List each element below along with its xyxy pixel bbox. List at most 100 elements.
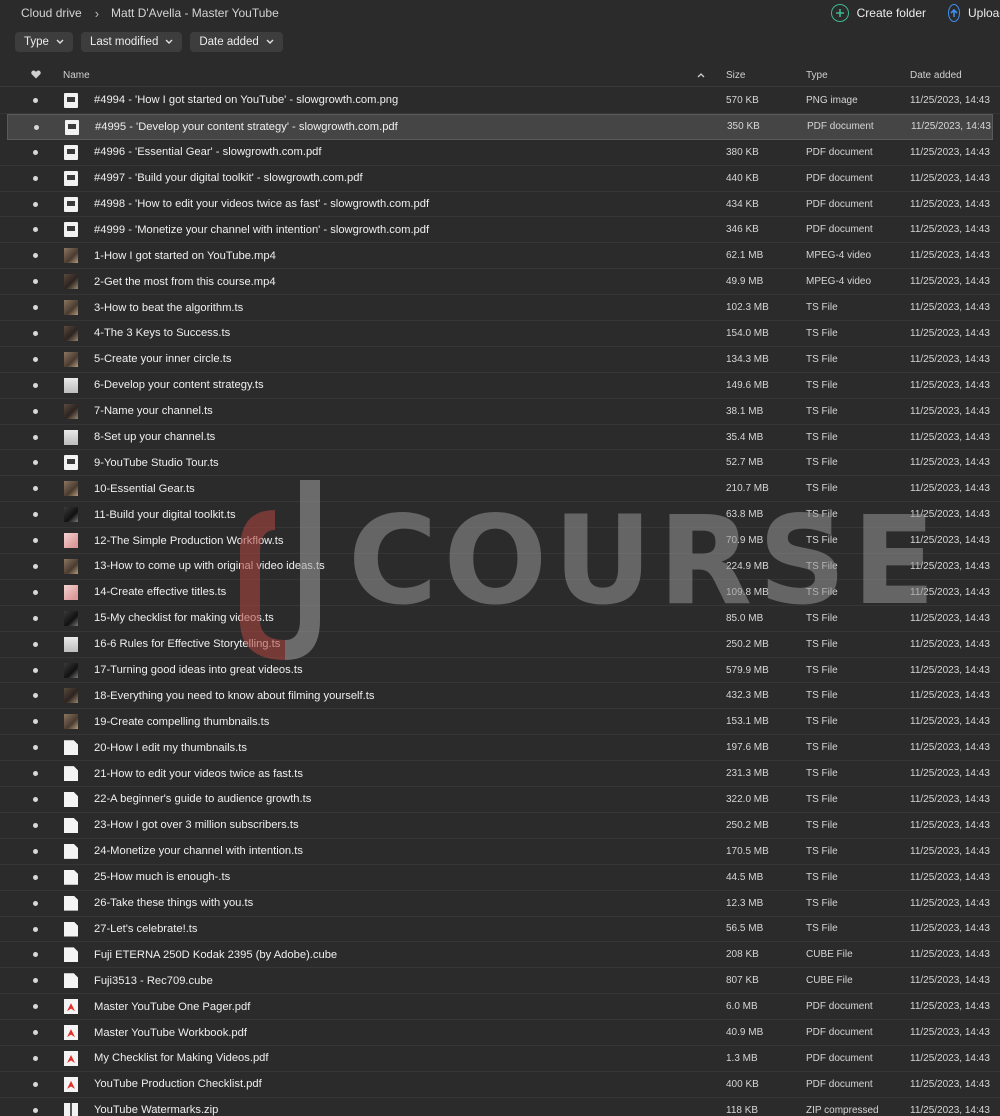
favorite-dot-icon[interactable] — [33, 408, 38, 414]
favorite-dot-icon[interactable] — [33, 641, 38, 647]
table-row[interactable]: 16-6 Rules for Effective Storytelling.ts… — [0, 632, 1000, 658]
table-row[interactable]: 26-Take these things with you.ts 12.3 MB T… — [0, 891, 1000, 917]
table-row[interactable]: Fuji3513 - Rec709.cube 807 KB CUBE File 11/… — [0, 968, 1000, 995]
table-row[interactable]: 10-Essential Gear.ts 210.7 MB TS File 11/25… — [0, 476, 1000, 503]
table-row[interactable]: 14-Create effective titles.ts 109.8 MB TS … — [0, 580, 1000, 606]
file-name[interactable]: 24-Monetize your channel with intention.… — [94, 845, 303, 857]
file-name[interactable]: 18-Everything you need to know about fil… — [94, 690, 374, 702]
favorite-dot-icon[interactable] — [33, 745, 38, 751]
heart-icon[interactable] — [31, 70, 41, 82]
favorite-dot-icon[interactable] — [33, 667, 38, 673]
table-row[interactable]: 2-Get the most from this course.mp4 49.9 … — [0, 269, 1000, 296]
file-name[interactable]: 26-Take these things with you.ts — [94, 897, 253, 909]
table-row[interactable]: #4999 - 'Monetize your channel with inte… — [0, 217, 1000, 244]
file-name[interactable]: #4997 - 'Build your digital toolkit' - s… — [94, 172, 363, 184]
favorite-dot-icon[interactable] — [33, 822, 38, 828]
file-name[interactable]: 27-Let's celebrate!.ts — [94, 923, 198, 935]
column-size[interactable]: Size — [726, 70, 745, 81]
filter-date-added[interactable]: Date added — [190, 32, 283, 52]
favorite-dot-icon[interactable] — [33, 175, 38, 181]
file-name[interactable]: Master YouTube One Pager.pdf — [94, 1001, 250, 1013]
favorite-dot-icon[interactable] — [33, 1030, 38, 1036]
file-name[interactable]: 15-My checklist for making videos.ts — [94, 612, 274, 624]
file-name[interactable]: 2-Get the most from this course.mp4 — [94, 276, 276, 288]
favorite-dot-icon[interactable] — [33, 1107, 38, 1113]
file-name[interactable]: 25-How much is enough-.ts — [94, 871, 230, 883]
favorite-dot-icon[interactable] — [33, 952, 38, 958]
table-row[interactable]: #4997 - 'Build your digital toolkit' - s… — [0, 166, 1000, 192]
favorite-dot-icon[interactable] — [34, 124, 39, 130]
table-row[interactable]: 21-How to edit your videos twice as fast… — [0, 761, 1000, 788]
table-row[interactable]: 18-Everything you need to know about fil… — [0, 683, 1000, 710]
file-name[interactable]: Master YouTube Workbook.pdf — [94, 1027, 247, 1039]
create-folder-button[interactable]: Create folder — [830, 4, 926, 22]
filter-last-modified[interactable]: Last modified — [80, 32, 183, 52]
table-row[interactable]: 25-How much is enough-.ts 44.5 MB TS File 1… — [0, 865, 1000, 891]
table-row[interactable]: #4996 - 'Essential Gear' - slowgrowth.co… — [0, 140, 1000, 166]
file-name[interactable]: YouTube Watermarks.zip — [94, 1104, 218, 1116]
upload-button[interactable]: Upload — [948, 4, 1000, 22]
table-row[interactable]: 1-How I got started on YouTube.mp4 62.1 M… — [0, 243, 1000, 270]
table-row[interactable]: 20-How I edit my thumbnails.ts 197.6 MB TS… — [0, 735, 1000, 762]
table-row[interactable]: 5-Create your inner circle.ts 134.3 MB TS … — [0, 347, 1000, 373]
file-name[interactable]: 1-How I got started on YouTube.mp4 — [94, 250, 276, 262]
favorite-dot-icon[interactable] — [33, 926, 38, 932]
favorite-dot-icon[interactable] — [33, 356, 38, 362]
table-row[interactable]: 23-How I got over 3 million subscribers.… — [0, 813, 1000, 839]
favorite-dot-icon[interactable] — [33, 1081, 38, 1087]
file-name[interactable]: 22-A beginner's guide to audience growth… — [94, 793, 311, 805]
favorite-dot-icon[interactable] — [33, 874, 38, 880]
file-name[interactable]: Fuji3513 - Rec709.cube — [94, 975, 213, 987]
table-row[interactable]: 8-Set up your channel.ts 35.4 MB TS File 11… — [0, 425, 1000, 451]
favorite-dot-icon[interactable] — [33, 149, 38, 155]
column-date-added[interactable]: Date added — [910, 70, 962, 81]
table-row[interactable]: 12-The Simple Production Workflow.ts 70.9… — [0, 528, 1000, 555]
favorite-dot-icon[interactable] — [33, 279, 38, 285]
favorite-dot-icon[interactable] — [33, 1004, 38, 1010]
file-name[interactable]: #4996 - 'Essential Gear' - slowgrowth.co… — [94, 146, 322, 158]
file-name[interactable]: Fuji ETERNA 250D Kodak 2395 (by Adobe).c… — [94, 949, 337, 961]
table-row[interactable]: 27-Let's celebrate!.ts 56.5 MB TS File 11/2… — [0, 917, 1000, 943]
favorite-dot-icon[interactable] — [33, 848, 38, 854]
file-name[interactable]: 17-Turning good ideas into great videos.… — [94, 664, 303, 676]
file-name[interactable]: 23-How I got over 3 million subscribers.… — [94, 819, 299, 831]
file-name[interactable]: 11-Build your digital toolkit.ts — [94, 509, 236, 521]
table-row[interactable]: #4994 - 'How I got started on YouTube' -… — [0, 88, 1000, 114]
file-name[interactable]: 5-Create your inner circle.ts — [94, 353, 231, 365]
favorite-dot-icon[interactable] — [33, 564, 38, 570]
file-name[interactable]: #4994 - 'How I got started on YouTube' -… — [94, 94, 398, 106]
file-name[interactable]: 12-The Simple Production Workflow.ts — [94, 535, 283, 547]
file-name[interactable]: YouTube Production Checklist.pdf — [94, 1078, 262, 1090]
file-name[interactable]: 9-YouTube Studio Tour.ts — [94, 457, 219, 469]
file-name[interactable]: 13-How to come up with original video id… — [94, 560, 325, 572]
breadcrumb-root[interactable]: Cloud drive — [21, 6, 82, 20]
column-name[interactable]: Name — [63, 70, 90, 81]
table-row[interactable]: YouTube Production Checklist.pdf 400 KB PD… — [0, 1072, 1000, 1098]
table-row[interactable]: 13-How to come up with original video id… — [0, 554, 1000, 580]
table-row[interactable]: Fuji ETERNA 250D Kodak 2395 (by Adobe).c… — [0, 942, 1000, 969]
favorite-dot-icon[interactable] — [33, 693, 38, 699]
file-name[interactable]: 16-6 Rules for Effective Storytelling.ts — [94, 638, 280, 650]
favorite-dot-icon[interactable] — [33, 1055, 38, 1061]
table-row[interactable]: Master YouTube Workbook.pdf 40.9 MB PDF do… — [0, 1020, 1000, 1046]
favorite-dot-icon[interactable] — [33, 331, 38, 337]
file-name[interactable]: 8-Set up your channel.ts — [94, 431, 215, 443]
table-row[interactable]: 24-Monetize your channel with intention.… — [0, 839, 1000, 865]
file-name[interactable]: 6-Develop your content strategy.ts — [94, 379, 264, 391]
table-row[interactable]: 22-A beginner's guide to audience growth… — [0, 787, 1000, 813]
favorite-dot-icon[interactable] — [33, 201, 38, 207]
file-name[interactable]: #4999 - 'Monetize your channel with inte… — [94, 224, 429, 236]
breadcrumb-current[interactable]: Matt D'Avella - Master YouTube — [111, 6, 279, 20]
table-row[interactable]: 6-Develop your content strategy.ts 149.6 … — [0, 373, 1000, 399]
table-row[interactable]: 19-Create compelling thumbnails.ts 153.1 … — [0, 709, 1000, 736]
table-row[interactable]: Master YouTube One Pager.pdf 6.0 MB PDF do… — [0, 994, 1000, 1021]
favorite-dot-icon[interactable] — [33, 253, 38, 259]
sort-up-icon[interactable] — [697, 70, 705, 81]
table-row[interactable]: 4-The 3 Keys to Success.ts 154.0 MB TS Fil… — [0, 321, 1000, 347]
file-name[interactable]: 14-Create effective titles.ts — [94, 586, 226, 598]
file-name[interactable]: 3-How to beat the algorithm.ts — [94, 302, 243, 314]
file-name[interactable]: 7-Name your channel.ts — [94, 405, 213, 417]
favorite-dot-icon[interactable] — [33, 305, 38, 311]
favorite-dot-icon[interactable] — [33, 98, 38, 103]
table-row[interactable]: #4998 - 'How to edit your videos twice a… — [0, 192, 1000, 218]
